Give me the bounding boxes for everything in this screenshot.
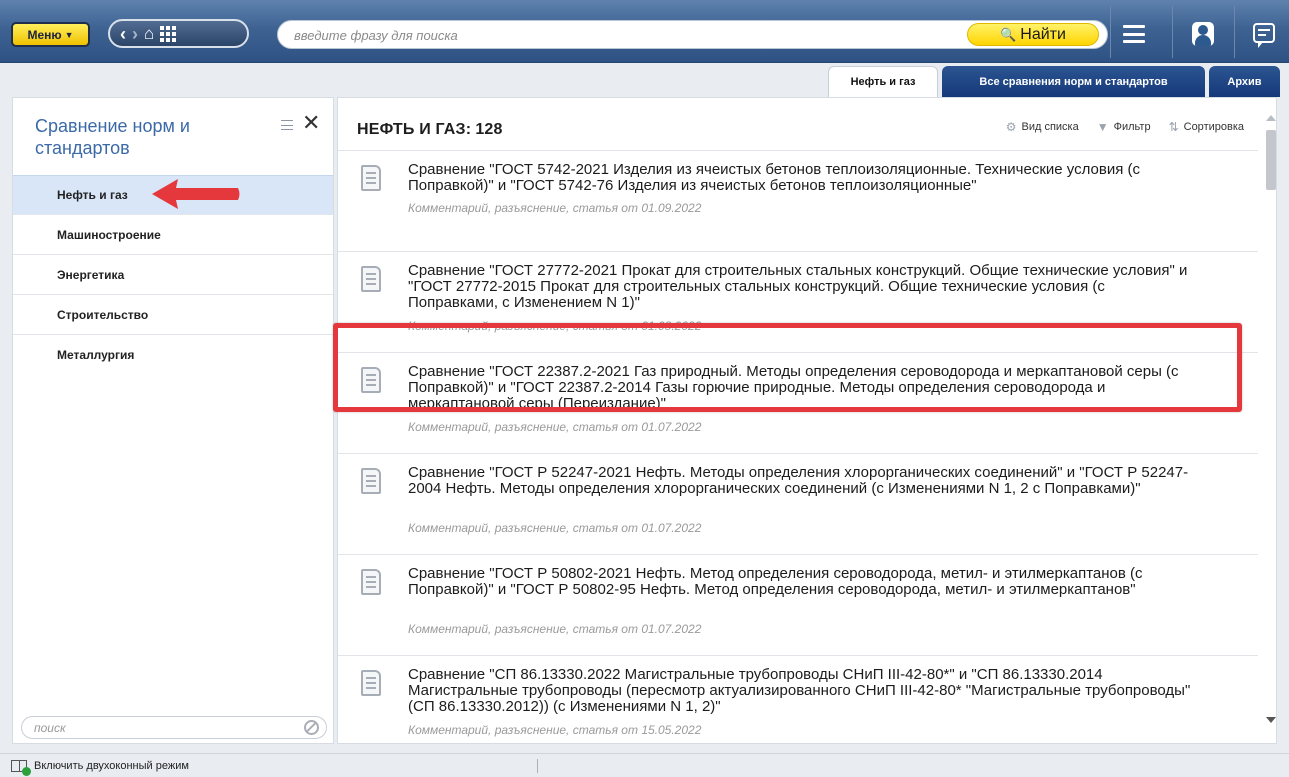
find-button[interactable]: 🔍 Найти: [967, 23, 1099, 46]
app-window: Меню ▼ ‹ › ⌂ 🔍 Найти Нефть и газ: [0, 0, 1289, 777]
hamburger-menu-icon[interactable]: [1123, 25, 1145, 43]
page-title: НЕФТЬ И ГАЗ: 128: [357, 121, 503, 139]
filter-icon: ▼: [1096, 120, 1109, 134]
sort-icon: ⇅: [1168, 120, 1179, 134]
document-title[interactable]: Сравнение "СП 86.13330.2022 Магистральны…: [408, 667, 1198, 715]
filter-label: Фильтр: [1113, 121, 1151, 133]
document-icon: [361, 670, 381, 696]
filter-button[interactable]: ▼ Фильтр: [1097, 120, 1151, 134]
list-item[interactable]: Сравнение "ГОСТ 5742-2021 Изделия из яче…: [338, 150, 1258, 251]
status-bar: Включить двухоконный режим: [0, 753, 1289, 777]
scroll-up-arrow-icon[interactable]: [1266, 115, 1276, 121]
magnifier-icon: 🔍: [1000, 26, 1017, 42]
close-icon[interactable]: ✕: [302, 112, 320, 134]
sort-button[interactable]: ⇅ Сортировка: [1169, 120, 1244, 134]
document-title[interactable]: Сравнение "ГОСТ 5742-2021 Изделия из яче…: [408, 162, 1198, 194]
document-title[interactable]: Сравнение "ГОСТ 27772-2021 Прокат для ст…: [408, 263, 1198, 311]
two-window-toggle[interactable]: Включить двухоконный режим: [34, 760, 189, 772]
status-divider: [537, 759, 538, 773]
sidebar-search: [21, 716, 327, 739]
scroll-thumb[interactable]: [1266, 130, 1276, 190]
document-title[interactable]: Сравнение "ГОСТ Р 52247-2021 Нефть. Мето…: [408, 465, 1198, 497]
document-icon: [361, 165, 381, 191]
document-meta: Комментарий, разъяснение, статья от 01.0…: [408, 521, 702, 535]
tabs-bar: Нефть и газ Все сравнения норм и стандар…: [0, 63, 1289, 97]
feedback-chat-icon[interactable]: [1253, 23, 1275, 48]
back-arrow-icon[interactable]: ‹: [120, 25, 126, 43]
list-item[interactable]: Сравнение "СП 86.13330.2022 Магистральны…: [338, 655, 1258, 743]
gear-icon: ⚙: [1005, 120, 1017, 134]
highlight-box: [333, 323, 1242, 412]
document-meta: Комментарий, разъяснение, статья от 01.0…: [408, 201, 702, 215]
document-meta: Комментарий, разъяснение, статья от 15.0…: [408, 723, 702, 737]
caret-down-icon: ▼: [64, 29, 74, 40]
view-mode-label: Вид списка: [1021, 121, 1079, 133]
search-input[interactable]: [294, 26, 954, 44]
forward-arrow-icon[interactable]: ›: [132, 25, 138, 43]
search-bar: 🔍 Найти: [277, 20, 1108, 49]
list-item[interactable]: Сравнение "ГОСТ Р 52247-2021 Нефть. Мето…: [338, 453, 1258, 554]
list-item[interactable]: Сравнение "ГОСТ Р 50802-2021 Нефть. Мето…: [338, 554, 1258, 655]
sidebar-search-input[interactable]: [34, 720, 294, 736]
scroll-down-arrow-icon[interactable]: [1266, 717, 1276, 723]
navigation-pill: ‹ › ⌂: [108, 19, 249, 48]
document-meta: Комментарий, разъяснение, статья от 01.0…: [408, 420, 702, 434]
toolbar-divider: [1172, 6, 1173, 58]
sort-label: Сортировка: [1183, 121, 1244, 133]
clear-search-icon[interactable]: [304, 720, 319, 735]
tab-all-comparisons[interactable]: Все сравнения норм и стандартов: [942, 66, 1205, 97]
tab-oil-gas[interactable]: Нефть и газ: [828, 66, 938, 97]
user-profile-icon[interactable]: [1192, 22, 1214, 46]
sidebar-menu-icon[interactable]: [281, 120, 293, 130]
document-meta: Комментарий, разъяснение, статья от 01.0…: [408, 622, 702, 636]
toolbar-divider: [1110, 6, 1111, 58]
document-icon: [361, 266, 381, 292]
red-arrow-icon: [152, 179, 240, 209]
list-tools: ⚙ Вид списка ▼ Фильтр ⇅ Сортировка: [1006, 120, 1244, 134]
sidebar-item-metallurgy[interactable]: Металлургия: [13, 335, 333, 375]
document-icon: [361, 569, 381, 595]
document-title[interactable]: Сравнение "ГОСТ Р 50802-2021 Нефть. Мето…: [408, 566, 1198, 598]
main-panel: НЕФТЬ И ГАЗ: 128 ⚙ Вид списка ▼ Фильтр ⇅ …: [337, 97, 1277, 744]
two-window-icon[interactable]: [11, 760, 31, 776]
sidebar-item-mechanical-engineering[interactable]: Машиностроение: [13, 215, 333, 255]
document-icon: [361, 468, 381, 494]
apps-grid-icon[interactable]: [160, 25, 177, 42]
menu-button[interactable]: Меню ▼: [11, 22, 90, 47]
toolbar-divider: [1234, 6, 1235, 58]
sidebar-item-energy[interactable]: Энергетика: [13, 255, 333, 295]
document-count: 128: [475, 121, 503, 138]
sidebar-item-construction[interactable]: Строительство: [13, 295, 333, 335]
list-scrollbar[interactable]: [1264, 109, 1278, 732]
menu-button-label: Меню: [27, 27, 62, 42]
page-title-label: НЕФТЬ И ГАЗ:: [357, 121, 472, 138]
document-list: Сравнение "ГОСТ 5742-2021 Изделия из яче…: [338, 150, 1258, 743]
tab-archive[interactable]: Архив: [1209, 66, 1280, 97]
find-button-label: Найти: [1020, 25, 1066, 43]
home-icon[interactable]: ⌂: [144, 25, 154, 42]
sidebar-title: Сравнение норм и стандартов: [35, 116, 190, 158]
top-toolbar: Меню ▼ ‹ › ⌂ 🔍 Найти: [0, 0, 1289, 63]
view-mode-button[interactable]: ⚙ Вид списка: [1006, 120, 1079, 134]
